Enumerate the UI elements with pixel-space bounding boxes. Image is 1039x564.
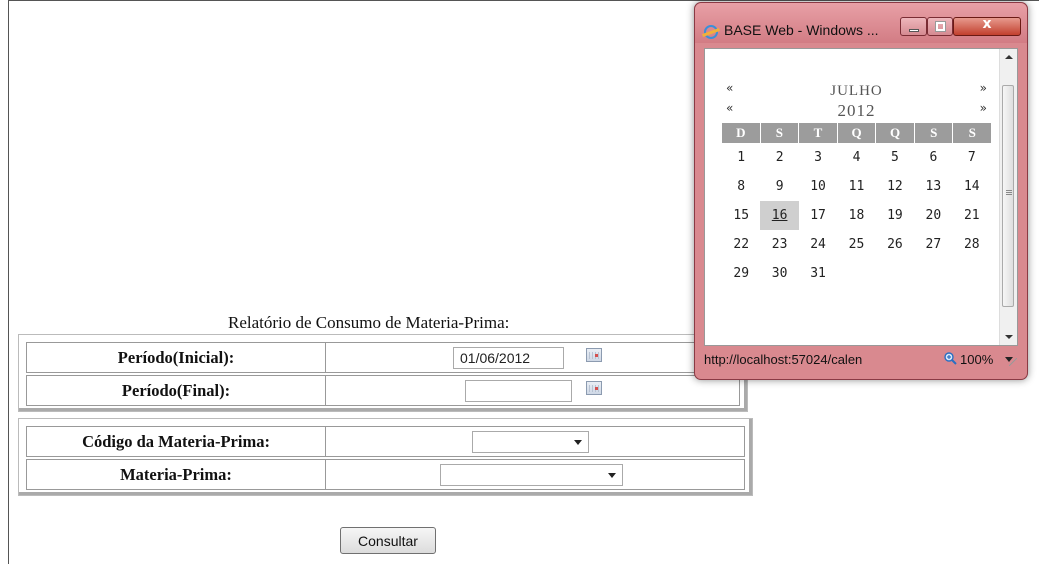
periodo-inicial-label: Período(Inicial): [26, 342, 326, 373]
weekday-header: D S T Q Q S S [722, 123, 992, 143]
maximize-button[interactable] [927, 17, 953, 36]
grip-icon [1006, 190, 1012, 196]
zoom-level[interactable]: 100% [960, 352, 993, 367]
calendar-day[interactable]: 13 [914, 172, 952, 201]
calendar-day[interactable]: 30 [760, 259, 798, 288]
calendar-day[interactable]: 14 [953, 172, 991, 201]
calendar-day[interactable]: 21 [953, 201, 991, 230]
calendar-day[interactable]: 9 [760, 172, 798, 201]
scroll-down-arrow-icon[interactable] [1005, 335, 1013, 339]
calendar-popup-window: BASE Web - Windows ... « JULHO » « 2012 … [694, 2, 1028, 380]
calendar-day[interactable]: 12 [876, 172, 914, 201]
calendar-day[interactable]: 25 [837, 230, 875, 259]
calendar-days-grid: 1 2 3 4 5 6 7 8 9 10 11 12 13 14 15 16 1… [722, 143, 991, 288]
codigo-label: Código da Materia-Prima: [26, 426, 326, 457]
next-month-button[interactable]: » [980, 81, 987, 95]
vertical-scrollbar[interactable] [999, 49, 1017, 345]
status-bar: http://localhost:57024/calen 100% [704, 348, 1020, 371]
materia-label: Materia-Prima: [26, 459, 326, 490]
codigo-row: Código da Materia-Prima: [26, 426, 745, 457]
periodo-inicial-row: Período(Inicial): 01/06/2012 [26, 342, 740, 373]
materia-cell [325, 459, 745, 490]
year-label: 2012 [837, 101, 876, 120]
calendar-day[interactable]: 23 [760, 230, 798, 259]
calendar-day[interactable]: 6 [914, 143, 952, 172]
calendar-day[interactable]: 2 [760, 143, 798, 172]
weekday-label: S [760, 123, 800, 143]
calendar-day[interactable]: 5 [876, 143, 914, 172]
calendar-day-selected[interactable]: 16 [760, 201, 799, 230]
year-nav: « 2012 » [722, 101, 991, 121]
calendar-day[interactable]: 31 [799, 259, 837, 288]
popup-title-bar[interactable]: BASE Web - Windows ... [695, 3, 1027, 43]
minimize-button[interactable] [900, 17, 927, 36]
calendar-day[interactable]: 24 [799, 230, 837, 259]
calendar-day[interactable]: 17 [799, 201, 837, 230]
calendar-day[interactable]: 15 [722, 201, 760, 230]
calendar-icon[interactable] [586, 348, 602, 362]
calendar-day[interactable]: 29 [722, 259, 760, 288]
periodo-final-label: Período(Final): [26, 375, 326, 406]
weekday-label: T [799, 123, 838, 143]
status-url: http://localhost:57024/calen [704, 352, 863, 367]
scroll-up-arrow-icon[interactable] [1005, 55, 1013, 59]
calendar-day[interactable]: 3 [799, 143, 837, 172]
calendar-day[interactable]: 8 [722, 172, 760, 201]
month-label: JULHO [830, 83, 883, 99]
periodo-final-input[interactable] [465, 380, 572, 402]
month-nav: « JULHO » [722, 81, 991, 101]
periodo-final-cell [325, 375, 740, 406]
weekday-label: Q [837, 123, 877, 143]
calendar-day[interactable]: 18 [837, 201, 875, 230]
popup-content: « JULHO » « 2012 » D S T Q Q S S 1 2 3 4… [704, 48, 1018, 346]
periodo-inicial-input[interactable]: 01/06/2012 [453, 347, 564, 369]
weekday-label: Q [876, 123, 915, 143]
codigo-cell [325, 426, 745, 457]
next-year-button[interactable]: » [980, 101, 987, 115]
calendar-day[interactable]: 20 [914, 201, 952, 230]
materia-select[interactable] [440, 464, 623, 486]
calendar-icon[interactable] [586, 381, 602, 395]
calendar-day[interactable]: 26 [876, 230, 914, 259]
calendar-day[interactable]: 22 [722, 230, 760, 259]
period-table: Período(Inicial): 01/06/2012 Período(Fin… [18, 334, 748, 412]
zoom-icon[interactable] [944, 352, 957, 365]
scroll-thumb[interactable] [1002, 85, 1014, 307]
dropdown-arrow-icon [608, 473, 616, 478]
calendar: « JULHO » « 2012 » D S T Q Q S S 1 2 3 4… [722, 81, 992, 288]
ie-icon [704, 25, 718, 39]
weekday-label: D [722, 123, 761, 143]
materia-table: Código da Materia-Prima: Materia-Prima: [18, 418, 753, 496]
calendar-day[interactable]: 11 [837, 172, 875, 201]
report-title: Relatório de Consumo de Materia-Prima: [228, 313, 510, 332]
calendar-day[interactable]: 27 [914, 230, 952, 259]
resize-grip-icon[interactable] [1009, 358, 1017, 366]
close-button[interactable] [953, 16, 1021, 36]
calendar-day[interactable]: 28 [953, 230, 991, 259]
periodo-inicial-cell: 01/06/2012 [325, 342, 740, 373]
calendar-day[interactable]: 19 [876, 201, 914, 230]
dropdown-arrow-icon [574, 440, 582, 445]
weekday-label: S [914, 123, 954, 143]
calendar-day[interactable]: 7 [953, 143, 991, 172]
periodo-final-row: Período(Final): [26, 375, 740, 406]
calendar-day[interactable]: 10 [799, 172, 837, 201]
weekday-label: S [953, 123, 992, 143]
codigo-select[interactable] [472, 431, 589, 453]
calendar-day[interactable]: 1 [722, 143, 760, 172]
popup-title: BASE Web - Windows ... [724, 22, 879, 38]
consultar-button[interactable]: Consultar [340, 527, 436, 554]
materia-row: Materia-Prima: [26, 459, 745, 490]
calendar-day[interactable]: 4 [837, 143, 875, 172]
